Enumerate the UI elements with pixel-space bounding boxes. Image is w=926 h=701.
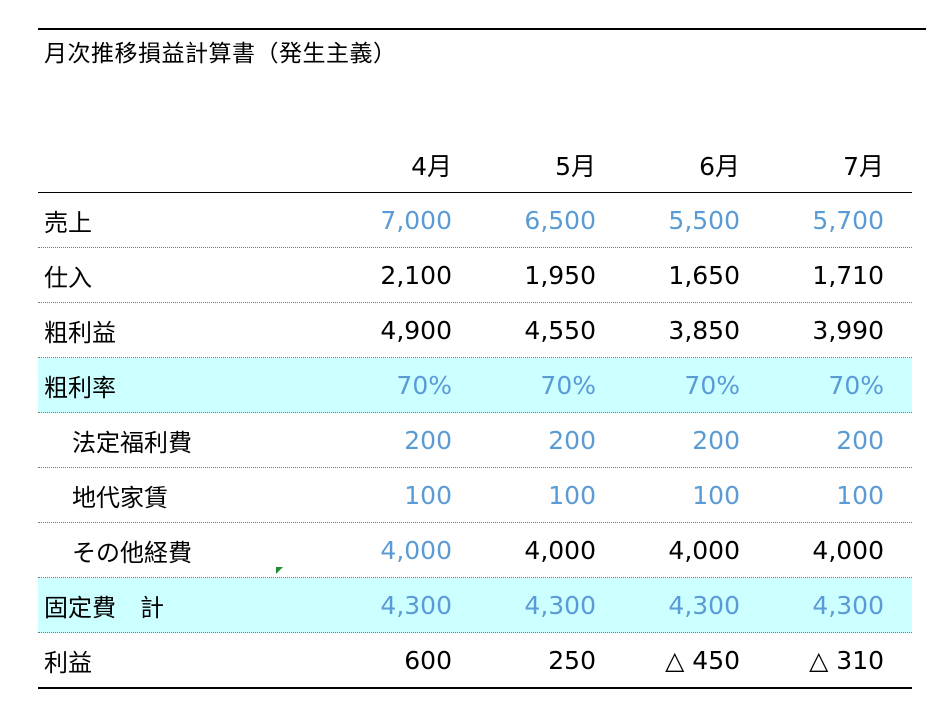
value-cell[interactable]: 3,850 [600,303,740,357]
value-cell[interactable]: 70% [312,358,452,412]
value-cell[interactable]: 200 [456,413,596,467]
value-cell[interactable]: 250 [456,633,596,687]
value-cell[interactable]: 3,990 [744,303,884,357]
row-rent: 地代家賃 100 100 100 100 [38,468,912,523]
cell-comment-marker-icon [276,567,283,574]
row-purchases: 仕入 2,100 1,950 1,650 1,710 [38,248,912,303]
row-label: 粗利益 [44,318,116,347]
value-cell[interactable]: 200 [600,413,740,467]
value-cell[interactable]: △ 310 [744,633,884,687]
sheet-title: 月次推移損益計算書（発生主義） [44,41,397,67]
value-cell[interactable]: 4,000 [744,523,884,577]
value-cell[interactable]: 70% [744,358,884,412]
header-month: 6月 [699,152,740,181]
value-cell[interactable]: 4,000 [456,523,596,577]
value-cell[interactable]: 600 [312,633,452,687]
value-cell[interactable]: 1,710 [744,248,884,302]
value-cell[interactable]: 100 [744,468,884,522]
value-cell[interactable]: 5,500 [600,193,740,247]
value-cell[interactable]: 1,950 [456,248,596,302]
value-cell[interactable]: 4,300 [600,578,740,632]
value-cell[interactable]: 200 [312,413,452,467]
value-cell[interactable]: 4,550 [456,303,596,357]
value-cell[interactable]: 4,900 [312,303,452,357]
row-label: 地代家賃 [72,483,168,512]
row-label: 粗利率 [44,373,116,402]
row-other-expenses: その他経費 4,000 4,000 4,000 4,000 [38,523,912,578]
row-profit: 利益 600 250 △ 450 △ 310 [38,633,912,689]
value-cell[interactable]: 4,000 [600,523,740,577]
value-cell[interactable]: 4,300 [312,578,452,632]
row-label: 仕入 [44,263,92,292]
value-cell[interactable]: 4,000 [312,523,452,577]
header-month: 7月 [843,152,884,181]
value-cell[interactable]: 200 [744,413,884,467]
row-label: 法定福利費 [72,428,192,457]
row-sales: 売上 7,000 6,500 5,500 5,700 [38,193,912,248]
header-row: 4月 5月 6月 7月 [38,138,912,193]
row-gross-profit: 粗利益 4,900 4,550 3,850 3,990 [38,303,912,358]
row-label: 売上 [44,208,92,237]
header-month: 5月 [555,152,596,181]
row-label: その他経費 [72,538,192,567]
value-cell[interactable]: 100 [312,468,452,522]
value-cell[interactable]: 7,000 [312,193,452,247]
value-cell[interactable]: 4,300 [744,578,884,632]
title-top-rule [38,28,926,30]
income-statement-table: 4月 5月 6月 7月 売上 7,000 6,500 5,500 5,700 仕… [38,138,912,689]
value-cell[interactable]: 100 [600,468,740,522]
row-gross-margin: 粗利率 70% 70% 70% 70% [38,358,912,413]
row-fixed-cost-total: 固定費 計 4,300 4,300 4,300 4,300 [38,578,912,633]
value-cell[interactable]: 1,650 [600,248,740,302]
value-cell[interactable]: 100 [456,468,596,522]
value-cell[interactable]: 5,700 [744,193,884,247]
value-cell[interactable]: 6,500 [456,193,596,247]
header-month: 4月 [411,152,452,181]
value-cell[interactable]: 70% [600,358,740,412]
row-label: 利益 [44,648,92,677]
row-welfare: 法定福利費 200 200 200 200 [38,413,912,468]
value-cell[interactable]: △ 450 [600,633,740,687]
value-cell[interactable]: 2,100 [312,248,452,302]
value-cell[interactable]: 70% [456,358,596,412]
row-label: 固定費 計 [44,593,164,622]
value-cell[interactable]: 4,300 [456,578,596,632]
